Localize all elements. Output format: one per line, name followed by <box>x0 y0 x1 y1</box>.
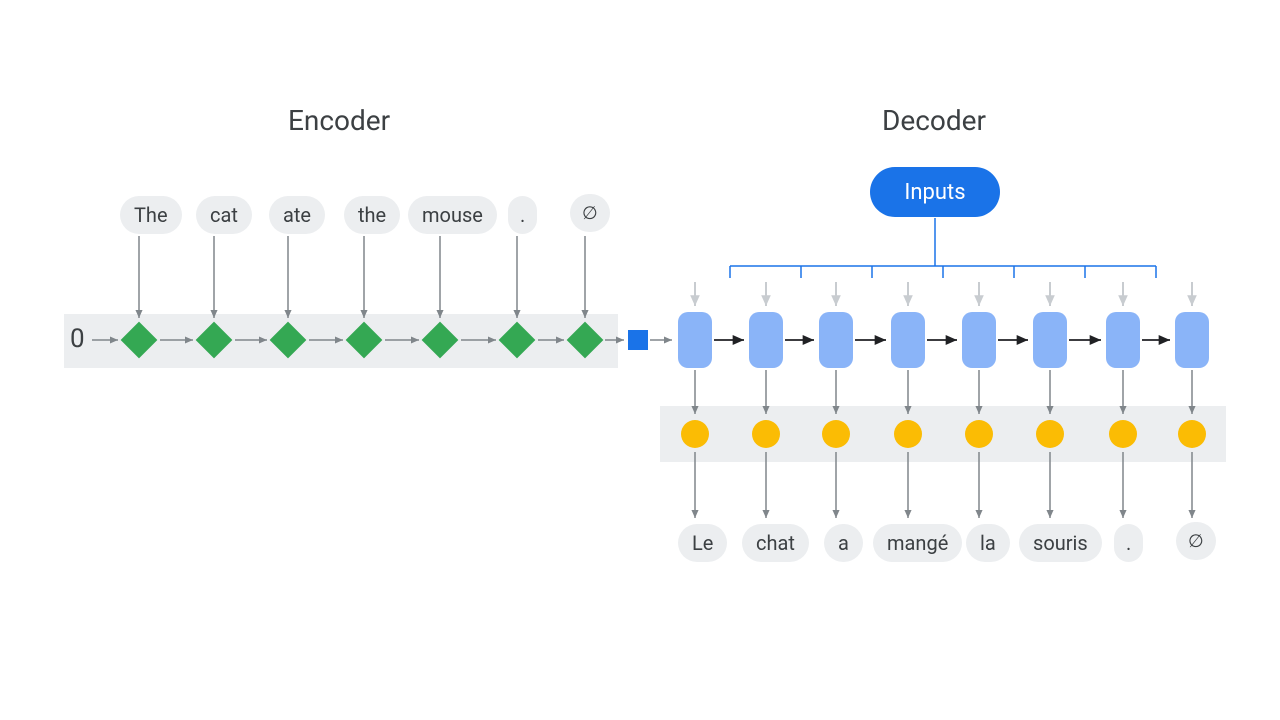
decoder-token: Le <box>678 524 727 562</box>
encoder-token: The <box>120 196 182 234</box>
decoder-cell <box>749 312 783 368</box>
decoder-token: chat <box>742 524 809 562</box>
decoder-cell <box>1106 312 1140 368</box>
context-vector <box>628 330 648 350</box>
decoder-output-node <box>822 420 850 448</box>
decoder-cell <box>1033 312 1067 368</box>
decoder-cell <box>1175 312 1209 368</box>
encoder-token: . <box>508 196 537 234</box>
decoder-cell <box>678 312 712 368</box>
decoder-cell <box>891 312 925 368</box>
decoder-token: a <box>824 524 863 562</box>
encoder-token: mouse <box>408 196 497 234</box>
decoder-output-node <box>752 420 780 448</box>
decoder-title: Decoder <box>882 104 986 137</box>
decoder-token: souris <box>1019 524 1102 562</box>
decoder-token: la <box>966 524 1010 562</box>
decoder-output-node <box>1036 420 1064 448</box>
diagram-stage: Encoder Decoder Inputs The cat ate the m… <box>0 0 1280 720</box>
decoder-output-node <box>894 420 922 448</box>
decoder-output-node <box>681 420 709 448</box>
decoder-token: mangé <box>873 524 962 562</box>
encoder-title: Encoder <box>288 104 390 137</box>
encoder-token: the <box>344 196 400 234</box>
decoder-cell <box>819 312 853 368</box>
decoder-token-end: ∅ <box>1176 522 1216 560</box>
decoder-output-node <box>1178 420 1206 448</box>
encoder-token: ate <box>269 196 325 234</box>
encoder-token: cat <box>196 196 252 234</box>
encoder-token-end: ∅ <box>570 194 610 232</box>
inputs-pill: Inputs <box>870 167 1000 217</box>
encoder-start-label: 0 <box>70 324 85 354</box>
decoder-output-node <box>965 420 993 448</box>
decoder-cell <box>962 312 996 368</box>
decoder-output-node <box>1109 420 1137 448</box>
decoder-output-strip <box>660 406 1226 462</box>
decoder-token: . <box>1114 524 1143 562</box>
